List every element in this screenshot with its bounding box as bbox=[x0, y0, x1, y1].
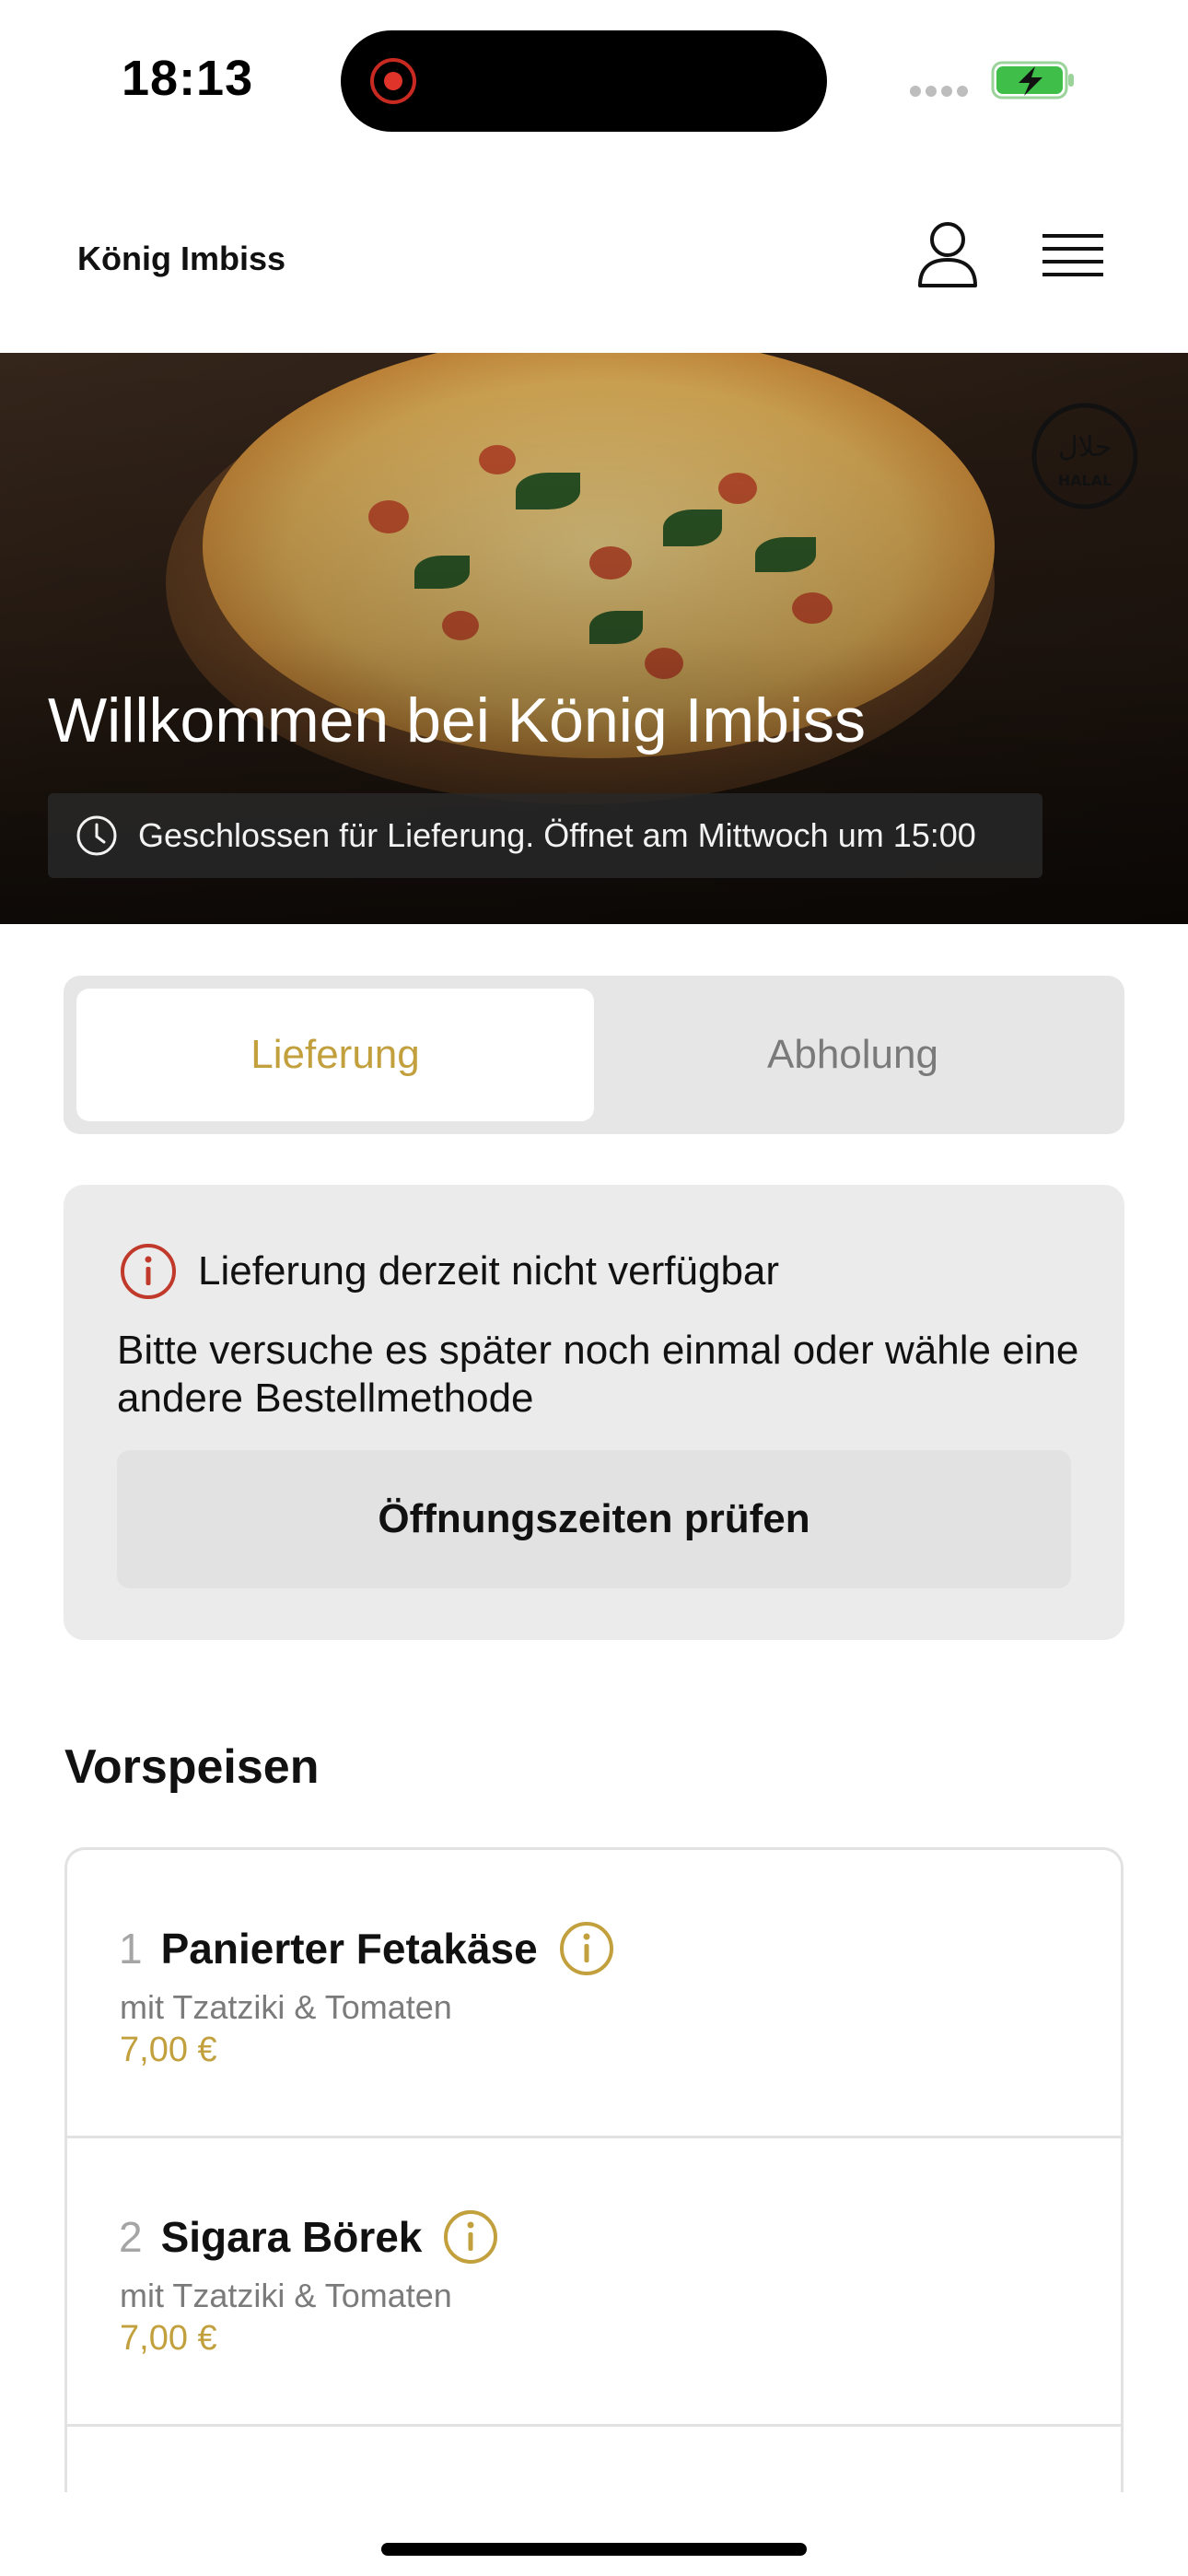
opening-status-banner: Geschlossen für Lieferung. Öffnet am Mit… bbox=[48, 793, 1042, 878]
notice-title: Lieferung derzeit nicht verfügbar bbox=[198, 1248, 780, 1294]
svg-text:حلال: حلال bbox=[1058, 431, 1112, 463]
battery-charging-icon bbox=[991, 61, 1074, 100]
app-header: König Imbiss bbox=[0, 166, 1188, 353]
order-method-toggle: Lieferung Abholung bbox=[64, 976, 1124, 1134]
recording-indicator-icon bbox=[370, 58, 416, 104]
item-description: mit Tzatziki & Tomaten bbox=[120, 2277, 452, 2314]
hamburger-menu-icon[interactable] bbox=[1041, 230, 1105, 286]
check-opening-hours-button[interactable]: Öffnungszeiten prüfen bbox=[117, 1450, 1071, 1588]
item-number: 2 bbox=[119, 2213, 143, 2261]
status-bar: 18:13 bbox=[0, 0, 1188, 166]
item-price: 7,00 € bbox=[120, 2031, 217, 2069]
item-info-icon[interactable] bbox=[442, 2208, 499, 2266]
welcome-title: Willkommen bei König Imbiss bbox=[48, 685, 867, 755]
opening-status-text: Geschlossen für Lieferung. Öffnet am Mit… bbox=[138, 816, 976, 854]
brand-name[interactable]: König Imbiss bbox=[77, 240, 285, 278]
tab-pickup[interactable]: Abholung bbox=[594, 989, 1112, 1121]
clock-icon bbox=[76, 815, 117, 856]
profile-icon[interactable] bbox=[916, 221, 979, 289]
dynamic-island bbox=[341, 30, 827, 132]
item-name: Sigara Börek bbox=[160, 2213, 423, 2261]
delivery-unavailable-notice: Lieferung derzeit nicht verfügbar Bitte … bbox=[64, 1185, 1124, 1640]
item-price: 7,00 € bbox=[120, 2319, 217, 2358]
notice-text: Bitte versuche es später noch einmal ode… bbox=[117, 1328, 1079, 1421]
signal-icon bbox=[910, 85, 974, 98]
home-indicator[interactable] bbox=[381, 2543, 807, 2556]
menu-item[interactable]: 2 Sigara Börek mit Tzatziki & Tomaten 7,… bbox=[67, 2138, 1121, 2427]
hero-banner: حلال HALAL Willkommen bei König Imbiss G… bbox=[0, 353, 1188, 924]
alert-info-icon bbox=[121, 1244, 176, 1299]
tab-delivery[interactable]: Lieferung bbox=[76, 989, 594, 1121]
svg-text:HALAL: HALAL bbox=[1058, 472, 1112, 489]
section-title: Vorspeisen bbox=[64, 1740, 320, 1794]
item-number: 1 bbox=[119, 1925, 143, 1973]
item-name: Panierter Fetakäse bbox=[160, 1925, 538, 1973]
menu-item[interactable]: 1 Panierter Fetakäse mit Tzatziki & Toma… bbox=[67, 1850, 1121, 2138]
status-time: 18:13 bbox=[122, 51, 254, 106]
item-info-icon[interactable] bbox=[558, 1920, 615, 1977]
halal-badge-icon: حلال HALAL bbox=[1031, 403, 1138, 509]
menu-item-list: 1 Panierter Fetakäse mit Tzatziki & Toma… bbox=[64, 1847, 1124, 2492]
item-description: mit Tzatziki & Tomaten bbox=[120, 1988, 452, 2026]
